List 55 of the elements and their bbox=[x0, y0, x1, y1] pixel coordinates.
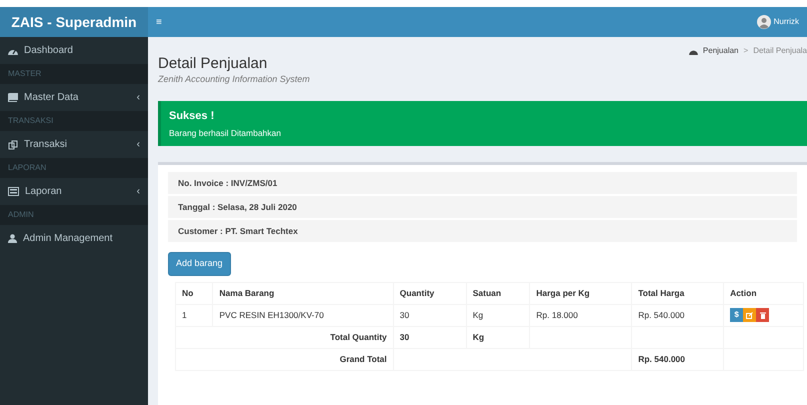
chevron-icon: ‹ bbox=[136, 184, 140, 199]
info-row: Customer : PT. Smart Techtex bbox=[168, 220, 797, 242]
delete-button[interactable] bbox=[756, 308, 770, 322]
book-icon bbox=[8, 93, 18, 102]
page-subtitle: Zenith Accounting Information System bbox=[158, 73, 311, 86]
sidebar-section-header: LAPORAN bbox=[0, 158, 148, 178]
breadcrumb-separator: > bbox=[744, 45, 748, 57]
sidebar-item[interactable]: Transaksi ‹ bbox=[0, 131, 148, 158]
payment-button[interactable]: $ bbox=[730, 308, 744, 322]
column-header: Harga per Kg bbox=[530, 282, 632, 304]
add-item-button[interactable]: Add barang bbox=[168, 252, 231, 276]
grand-total-value: Rp. 540.000 bbox=[632, 348, 724, 370]
table-cell: Kg bbox=[466, 304, 530, 326]
list-icon bbox=[8, 187, 19, 196]
column-header: Nama Barang bbox=[212, 282, 394, 304]
sidebar-item[interactable]: Master Data ‹ bbox=[0, 84, 148, 111]
trash-icon bbox=[760, 312, 766, 319]
sidebar-item[interactable]: Dashboard bbox=[0, 37, 148, 64]
chevron-icon: ‹ bbox=[136, 137, 140, 152]
copy-icon bbox=[8, 140, 18, 150]
table-cell: 1 bbox=[176, 304, 213, 326]
breadcrumb-link[interactable]: Penjualan bbox=[702, 45, 739, 57]
column-header: Action bbox=[724, 282, 804, 304]
sidebar-item[interactable]: Laporan ‹ bbox=[0, 178, 148, 205]
total-quantity-value: 30 bbox=[393, 326, 466, 348]
total-quantity-unit: Kg bbox=[466, 326, 530, 348]
user-name[interactable]: Nurrizk bbox=[774, 16, 799, 28]
table-cell: Rp. 540.000 bbox=[632, 304, 724, 326]
edit-icon bbox=[746, 312, 754, 319]
user-icon bbox=[8, 234, 17, 243]
info-row: No. Invoice : INV/ZMS/01 bbox=[168, 172, 797, 194]
alert-title: Sukses ! bbox=[169, 108, 216, 124]
table-cell: Rp. 18.000 bbox=[530, 304, 632, 326]
table-cell: PVC RESIN EH1300/KV-70 bbox=[212, 304, 394, 326]
sidebar-section-header: ADMIN bbox=[0, 205, 148, 225]
alert-message: Barang berhasil Ditambahkan bbox=[169, 126, 282, 140]
total-quantity-label: Total Quantity bbox=[330, 332, 387, 342]
column-header: No bbox=[176, 282, 213, 304]
chevron-icon: ‹ bbox=[136, 90, 140, 105]
menu-icon[interactable]: ≡ bbox=[156, 14, 162, 30]
avatar-icon[interactable] bbox=[757, 15, 772, 29]
brand-title[interactable]: ZAIS - Superadmin bbox=[0, 7, 148, 37]
page-title: Detail Penjualan bbox=[158, 55, 268, 73]
column-header: Satuan bbox=[466, 282, 530, 304]
table-cell: 30 bbox=[393, 304, 466, 326]
edit-button[interactable] bbox=[743, 308, 756, 322]
breadcrumb-current: Detail Penjuala bbox=[753, 45, 807, 57]
sidebar-section-header: TRANSAKSI bbox=[0, 111, 148, 131]
column-header: Total Harga bbox=[632, 282, 724, 304]
sidebar-section-header: MASTER bbox=[0, 64, 148, 84]
grand-total-label: Grand Total bbox=[340, 354, 387, 364]
gauge-icon bbox=[688, 48, 698, 54]
column-header: Quantity bbox=[393, 282, 466, 304]
sidebar-item[interactable]: Admin Management bbox=[0, 225, 148, 252]
info-row: Tanggal : Selasa, 28 Juli 2020 bbox=[168, 196, 797, 218]
